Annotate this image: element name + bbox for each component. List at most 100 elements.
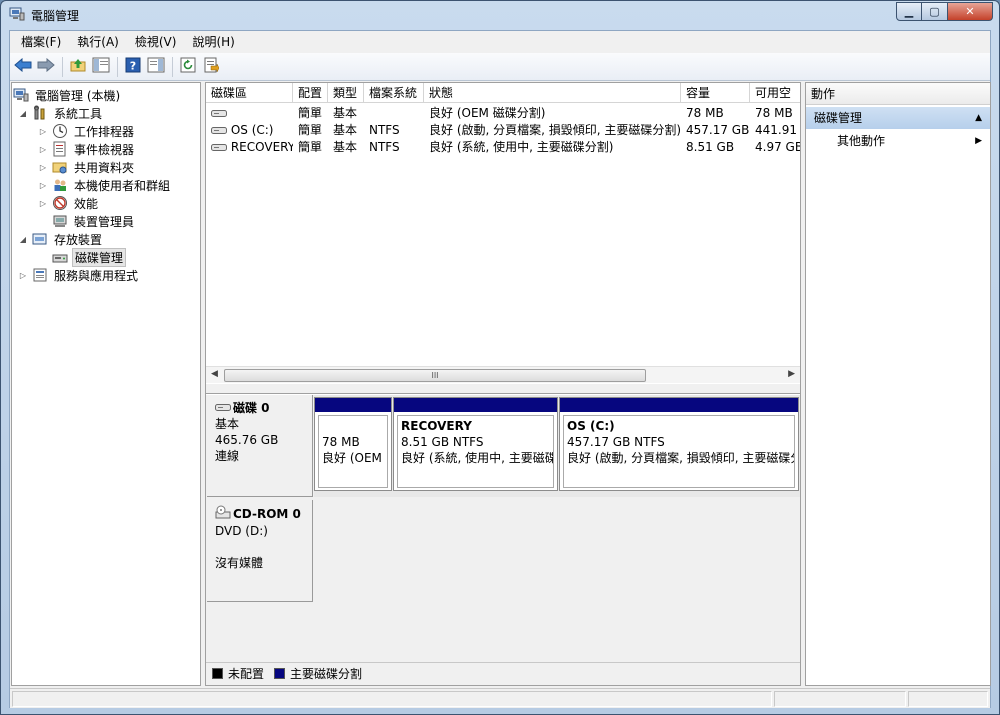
status-cell: 良好 (OEM 磁碟分割) (429, 106, 546, 120)
help-icon: ? (125, 57, 141, 76)
collapse-arrow-icon[interactable]: ◢ (18, 109, 28, 118)
table-row[interactable]: OS (C:) 簡單 基本 NTFS 良好 (啟動, 分頁檔案, 損毀傾印, 主… (206, 122, 800, 139)
disk-state: 沒有媒體 (215, 556, 264, 570)
type-cell: 基本 (333, 106, 358, 120)
more-actions-item[interactable]: 其他動作 ▶ (806, 131, 990, 151)
maximize-button[interactable]: ▢ (922, 2, 948, 21)
type-cell: 基本 (333, 140, 358, 154)
expand-arrow-icon[interactable]: ▷ (38, 127, 48, 136)
partition-oem[interactable]: 78 MB 良好 (OEM (314, 397, 392, 491)
column-header-capacity[interactable]: 容量 (681, 83, 750, 103)
scroll-right-arrow-icon[interactable]: ▶ (788, 369, 795, 379)
disk-type: DVD (D:) (215, 524, 268, 538)
help-button[interactable]: ? (122, 56, 144, 78)
disk-drive-icon (215, 400, 233, 416)
filesystem-cell: NTFS (369, 140, 400, 154)
status-segment (774, 691, 906, 707)
expand-arrow-icon[interactable]: ▷ (38, 163, 48, 172)
menu-action[interactable]: 執行(A) (70, 31, 126, 52)
horizontal-scrollbar[interactable]: ◀ III ▶ (206, 366, 800, 383)
partition-legend: 未配置 主要磁碟分割 (206, 662, 800, 684)
column-header-free-space[interactable]: 可用空 (750, 83, 800, 103)
partition-details: RECOVERY 8.51 GB NTFS 良好 (系統, 使用中, 主要磁碟 (397, 415, 554, 488)
partition-status: 良好 (啟動, 分頁檔案, 損毀傾印, 主要磁碟分 (567, 451, 795, 465)
pane-splitter[interactable] (206, 384, 800, 394)
computer-management-app-icon (9, 7, 25, 21)
partition-os-c[interactable]: OS (C:) 457.17 GB NTFS 良好 (啟動, 分頁檔案, 損毀傾… (559, 397, 799, 491)
disk-name: 磁碟 0 (233, 401, 270, 415)
show-hide-tree-button[interactable] (90, 56, 112, 78)
cdrom-0-info[interactable]: CD-ROM 0 DVD (D:) 沒有媒體 (207, 500, 313, 602)
close-button[interactable]: ✕ (948, 2, 993, 21)
forward-button[interactable] (35, 56, 57, 78)
back-button[interactable] (12, 56, 34, 78)
disk-name: CD-ROM 0 (233, 507, 301, 521)
table-row[interactable]: 簡單 基本 良好 (OEM 磁碟分割) 78 MB 78 MB (206, 105, 800, 122)
title-bar[interactable]: 電腦管理 ▁ ▢ ✕ (1, 1, 999, 30)
tree-item-computer-management[interactable]: 電腦管理 (本機) (13, 86, 122, 104)
volume-drive-icon (211, 123, 227, 137)
status-cell: 良好 (啟動, 分頁檔案, 損毀傾印, 主要磁碟分割) (429, 123, 681, 137)
performance-icon (52, 195, 68, 211)
disk-size (215, 539, 312, 555)
menu-view[interactable]: 檢視(V) (128, 31, 184, 52)
partition-recovery[interactable]: RECOVERY 8.51 GB NTFS 良好 (系統, 使用中, 主要磁碟 (393, 397, 558, 491)
show-hide-action-pane-icon (147, 57, 165, 76)
scroll-left-arrow-icon[interactable]: ◀ (211, 369, 218, 379)
collapse-arrow-icon[interactable]: ◢ (18, 235, 28, 244)
show-hide-action-pane-button[interactable] (145, 56, 167, 78)
tree-item-local-users-groups[interactable]: ▷ 本機使用者和群組 (38, 176, 172, 194)
expand-arrow-icon[interactable]: ▷ (38, 199, 48, 208)
column-header-volume[interactable]: 磁碟區 (206, 83, 293, 103)
filesystem-cell (364, 105, 424, 122)
refresh-button[interactable] (177, 56, 199, 78)
more-actions-label: 其他動作 (837, 134, 886, 148)
actions-section-label: 磁碟管理 (814, 111, 863, 125)
collapse-up-icon[interactable]: ▲ (975, 107, 982, 129)
status-bar (10, 688, 990, 708)
expand-arrow-icon[interactable]: ▷ (38, 145, 48, 154)
disk-graph-view: 磁碟 0 基本 465.76 GB 連線 78 MB 良好 (OEM RECOV… (206, 395, 800, 685)
disk-0-info[interactable]: 磁碟 0 基本 465.76 GB 連線 (207, 395, 313, 497)
forward-arrow-icon (37, 57, 55, 75)
expand-arrow-icon[interactable]: ▷ (18, 271, 28, 280)
layout-cell: 簡單 (298, 140, 323, 154)
tree-item-disk-management[interactable]: 磁碟管理 (52, 247, 127, 267)
tree-item-device-manager[interactable]: 裝置管理員 (52, 212, 136, 230)
table-row[interactable]: RECOVERY 簡單 基本 NTFS 良好 (系統, 使用中, 主要磁碟分割)… (206, 139, 800, 156)
tree-item-system-tools[interactable]: ◢ 系統工具 (18, 104, 104, 122)
main-window: 電腦管理 ▁ ▢ ✕ 檔案(F) 執行(A) 檢視(V) 說明(H) ? 電腦管… (0, 0, 1000, 715)
scrollbar-thumb[interactable]: III (224, 369, 646, 382)
column-header-filesystem[interactable]: 檔案系統 (364, 83, 424, 103)
tree-item-label: 系統工具 (54, 106, 103, 121)
minimize-button[interactable]: ▁ (896, 2, 922, 21)
tree-item-task-scheduler[interactable]: ▷ 工作排程器 (38, 122, 136, 140)
column-header-type[interactable]: 類型 (328, 83, 364, 103)
disk-0-partitions: 78 MB 良好 (OEM RECOVERY 8.51 GB NTFS 良好 (… (314, 395, 800, 497)
tree-item-event-viewer[interactable]: ▷ 事件檢視器 (38, 140, 136, 158)
primary-partition-bar (394, 398, 557, 412)
legend-unallocated-label: 未配置 (228, 667, 265, 681)
toolbar: ? (10, 53, 990, 81)
tree-item-performance[interactable]: ▷ 效能 (38, 194, 100, 212)
actions-header: 動作 (806, 83, 990, 105)
close-icon: ✕ (965, 5, 975, 18)
primary-partition-bar (315, 398, 391, 412)
tree-item-storage[interactable]: ◢ 存放裝置 (18, 230, 104, 248)
expand-arrow-icon[interactable]: ▷ (38, 181, 48, 190)
menu-file[interactable]: 檔案(F) (14, 31, 68, 52)
minimize-icon: ▁ (904, 5, 914, 18)
volume-name-cell: RECOVERY (206, 139, 293, 156)
actions-section-disk-management[interactable]: 磁碟管理 ▲ (806, 107, 990, 129)
filesystem-cell: NTFS (369, 123, 400, 137)
toolbar-separator (62, 56, 63, 77)
tree-item-shared-folders[interactable]: ▷ 共用資料夾 (38, 158, 136, 176)
maximize-icon: ▢ (929, 5, 940, 18)
column-header-layout[interactable]: 配置 (293, 83, 328, 103)
menu-help[interactable]: 說明(H) (185, 31, 241, 52)
export-list-button[interactable] (200, 56, 222, 78)
column-header-status[interactable]: 狀態 (424, 83, 681, 103)
up-level-button[interactable] (67, 56, 89, 78)
back-arrow-icon (14, 57, 32, 75)
tree-item-services-applications[interactable]: ▷ 服務與應用程式 (18, 266, 140, 284)
